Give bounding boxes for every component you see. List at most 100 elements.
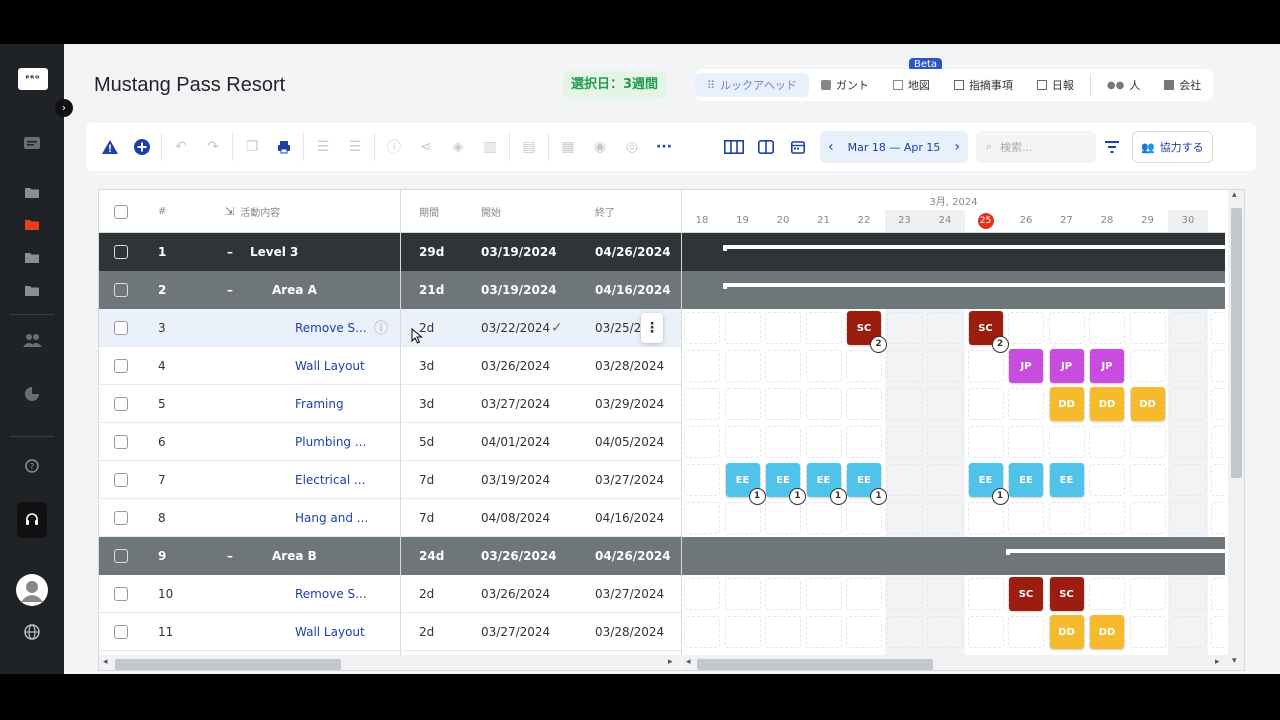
gantt-cell[interactable] [684,388,720,420]
duration-cell[interactable]: 21d [419,271,444,308]
crew-chip[interactable]: DD [1090,387,1124,421]
row-checkbox[interactable] [114,461,128,498]
gantt-cell[interactable] [1048,502,1085,534]
gantt-cell[interactable] [684,312,720,344]
user-avatar[interactable] [16,574,48,606]
gantt-cell[interactable] [967,426,1004,458]
row-collapse-toggle[interactable] [227,613,247,650]
trash-icon[interactable]: ▥ [474,131,506,163]
start-date-cell[interactable]: 03/27/2024 [481,613,550,650]
gantt-cell[interactable] [1129,616,1166,648]
gantt-cell[interactable] [1089,464,1125,496]
gantt-cell[interactable] [1210,578,1225,610]
gantt-cell[interactable] [1089,578,1125,610]
duration-cell[interactable]: 2d [419,613,434,650]
crew-chip[interactable]: EE [1049,463,1084,497]
end-date-cell[interactable]: 03/28/2024 [595,347,664,384]
activity-name[interactable]: Area A [272,271,317,308]
gantt-cell[interactable] [805,312,842,344]
gantt-cell[interactable] [967,502,1004,534]
crew-chip[interactable]: EE 1 [806,463,847,505]
gantt-cell[interactable] [805,350,842,382]
row-collapse-toggle[interactable] [227,347,247,384]
gantt-cell[interactable] [927,616,963,648]
gantt-cell[interactable] [1089,312,1125,344]
gantt-cell[interactable] [1129,578,1166,610]
activity-name[interactable]: Remove S... [295,575,367,612]
tab-gantt[interactable]: ガント [809,73,881,97]
gantt-cell[interactable] [805,616,842,648]
gantt-cell[interactable] [846,578,882,610]
end-date-cell[interactable]: 03/27/2024 [595,461,664,498]
gantt-cell[interactable] [846,616,882,648]
scroll-right-icon[interactable]: ▸ [1215,657,1220,667]
end-date-cell[interactable]: 04/05/2024 [595,423,664,460]
gantt-cell[interactable] [927,350,963,382]
split-view-icon[interactable] [750,131,782,163]
assign-user-icon[interactable]: ◉ [584,131,616,163]
activity-name[interactable]: Area B [272,537,317,574]
row-checkbox[interactable] [114,575,128,612]
stamp-icon[interactable]: ▦ [552,131,584,163]
gantt-cell[interactable] [684,578,720,610]
gantt-cell[interactable] [765,502,801,534]
gantt-cell[interactable] [1210,502,1225,534]
undo-icon[interactable]: ↶ [165,131,197,163]
duration-cell[interactable]: 24d [419,537,444,574]
row-checkbox[interactable] [114,347,128,384]
crew-chip[interactable]: JP [1049,349,1084,383]
tab-issues[interactable]: 指摘事項 [942,73,1025,97]
gantt-cell[interactable] [1170,578,1206,610]
copy-icon[interactable]: ❐ [236,131,268,163]
table-row[interactable]: 4 Wall Layout 3d 03/26/2024 03/28/2024 [99,347,681,385]
duration-cell[interactable]: 7d [419,499,434,536]
start-date-cell[interactable]: 04/01/2024 [481,423,550,460]
duration-cell[interactable]: 29d [419,233,444,270]
row-checkbox[interactable] [114,271,128,308]
activity-name[interactable]: Level 3 [250,233,298,270]
gantt-cell[interactable] [927,312,963,344]
prev-chevron-icon[interactable]: ‹ [828,139,834,155]
crew-chip[interactable]: EE 1 [968,463,1009,505]
scroll-down-icon[interactable]: ▾ [1232,656,1237,666]
gantt-cell[interactable] [765,426,801,458]
more-icon[interactable]: ··· [648,131,680,163]
gantt-cell[interactable] [684,426,720,458]
select-all-checkbox[interactable] [114,190,128,233]
start-date-cell[interactable]: 03/26/2024 [481,537,557,574]
row-collapse-toggle[interactable]: – [227,233,247,270]
activity-name[interactable]: Framing [295,385,344,422]
date-range-label[interactable]: Mar 18 — Apr 15 [848,141,941,154]
table-row[interactable]: 10 Remove S... 2d 03/26/2024 03/27/2024 [99,575,681,613]
tab-people[interactable]: ●● 人 [1095,73,1152,97]
row-checkbox[interactable] [114,233,128,270]
end-date-cell[interactable]: 03/27/2024 [595,575,664,612]
collapse-all-icon[interactable]: ⇲ [225,205,234,218]
row-checkbox[interactable] [114,613,128,650]
row-collapse-toggle[interactable] [227,309,247,346]
gantt-hscrollbar[interactable]: ◂ ▸ [682,655,1228,670]
gantt-cell[interactable] [967,350,1004,382]
crew-chip[interactable]: SC [1049,577,1084,611]
duration-cell[interactable]: 2d [419,575,434,612]
visibility-eye-icon[interactable]: ◎ [616,131,648,163]
table-hscrollbar[interactable]: ◂ ▸ [99,655,681,670]
gantt-cell[interactable] [927,502,963,534]
gantt-cell[interactable] [1129,426,1166,458]
gantt-cell[interactable] [1210,312,1225,344]
redo-icon[interactable]: ↷ [197,131,229,163]
col-header-activity[interactable]: ⇲ 活動内容 [225,190,280,233]
gantt-cell[interactable] [805,502,842,534]
start-date-cell[interactable]: 03/19/2024 [481,461,550,498]
gantt-cell[interactable] [1170,388,1206,420]
vertical-scrollbar[interactable]: ▴ ▾ [1228,190,1244,670]
crew-chip[interactable]: EE 1 [725,463,766,505]
share-icon[interactable]: ⋖ [410,131,442,163]
help-icon[interactable]: ? [22,456,42,476]
scroll-up-icon[interactable]: ▴ [1232,190,1237,200]
scroll-right-icon[interactable]: ▸ [668,657,673,667]
row-checkbox[interactable] [114,537,128,574]
gantt-cell[interactable] [805,426,842,458]
gantt-cell[interactable] [724,578,761,610]
gantt-cell[interactable] [805,578,842,610]
